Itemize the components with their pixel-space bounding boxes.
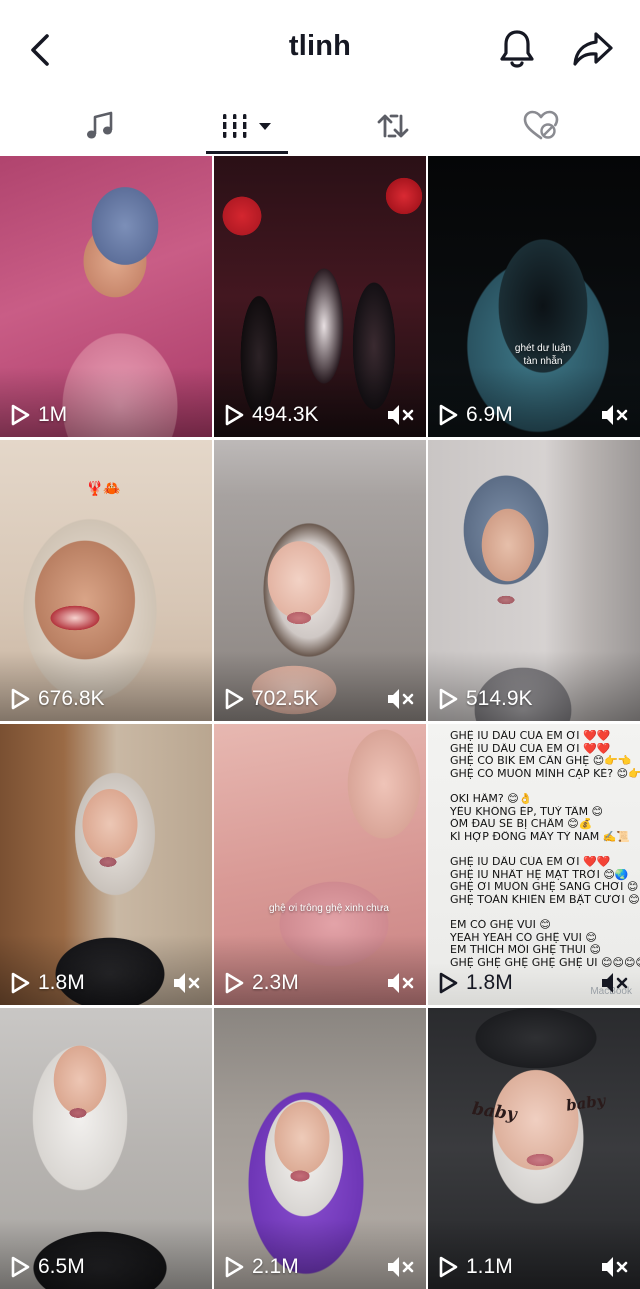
emoji-sticker: 🦞🦀 (86, 480, 121, 496)
note-text-board: GHỆ IU DẤU CỦA EM ƠI ❤️❤️ GHỆ IU DẤU CỦA… (450, 730, 640, 969)
view-count-text: 1.1M (466, 1255, 513, 1278)
profile-header: tlinh (0, 0, 640, 98)
view-count-text: 2.3M (252, 971, 299, 994)
play-icon (225, 404, 244, 426)
play-icon (225, 1256, 244, 1278)
share-button[interactable] (569, 26, 617, 72)
muted-icon (388, 405, 414, 425)
notification-button[interactable] (495, 26, 539, 72)
muted-icon (602, 973, 628, 993)
video-grid: 1M 494.3K ghét dư luận tàn nhẫn 6.9M 🦞🦀 … (0, 156, 640, 1289)
play-icon (439, 404, 458, 426)
play-icon (225, 688, 244, 710)
view-count-text: 6.5M (38, 1255, 85, 1278)
video-thumbnail[interactable]: GHỆ IU DẤU CỦA EM ƠI ❤️❤️ GHỆ IU DẤU CỦA… (428, 724, 640, 1005)
view-count: 1.8M (438, 971, 513, 995)
play-icon (11, 1256, 30, 1278)
view-count-text: 676.8K (38, 687, 105, 710)
view-count: 702.5K (224, 687, 319, 711)
video-thumbnail[interactable]: 1M (0, 156, 212, 437)
tab-music[interactable] (60, 98, 140, 154)
video-thumbnail[interactable]: baby baby 1.1M (428, 1008, 640, 1289)
play-icon (225, 972, 244, 994)
muted-icon (388, 1257, 414, 1277)
video-thumbnail[interactable]: 514.9K (428, 440, 640, 721)
play-icon (11, 972, 30, 994)
muted-icon (602, 1257, 628, 1277)
play-icon (439, 1256, 458, 1278)
view-count-text: 1.8M (38, 971, 85, 994)
view-count: 6.9M (438, 403, 513, 427)
video-thumbnail[interactable]: ghệ ơi trông ghệ xinh chưa 2.3M (214, 724, 426, 1005)
view-count-text: 2.1M (252, 1255, 299, 1278)
muted-icon (388, 689, 414, 709)
tab-liked[interactable] (500, 98, 582, 154)
play-icon (11, 688, 30, 710)
view-count: 2.1M (224, 1255, 299, 1279)
share-arrow-icon (573, 32, 613, 66)
view-count-text: 1.8M (466, 971, 513, 994)
view-count: 2.3M (224, 971, 299, 995)
repost-icon (377, 114, 409, 138)
grid-filter-icon (220, 114, 271, 138)
video-thumbnail[interactable]: 1.8M (0, 724, 212, 1005)
view-count: 514.9K (438, 687, 533, 711)
video-thumbnail[interactable]: ghét dư luận tàn nhẫn 6.9M (428, 156, 640, 437)
play-icon (439, 688, 458, 710)
liked-hidden-icon (523, 110, 559, 140)
view-count: 1M (10, 403, 67, 427)
video-caption: ghệ ơi trông ghệ xinh chưa (269, 903, 389, 914)
view-count-text: 1M (38, 403, 68, 426)
video-thumbnail[interactable]: 2.1M (214, 1008, 426, 1289)
video-thumbnail[interactable]: 494.3K (214, 156, 426, 437)
view-count-text: 494.3K (252, 403, 319, 426)
muted-icon (602, 405, 628, 425)
video-thumbnail[interactable]: 702.5K (214, 440, 426, 721)
view-count-text: 6.9M (466, 403, 513, 426)
view-count: 676.8K (10, 687, 105, 711)
selected-tab-indicator (206, 151, 288, 154)
video-caption: ghét dư luận tàn nhẫn (514, 343, 572, 367)
tab-videos[interactable] (206, 98, 288, 154)
video-thumbnail[interactable]: 🦞🦀 676.8K (0, 440, 212, 721)
video-thumbnail[interactable]: 6.5M (0, 1008, 212, 1289)
view-count: 6.5M (10, 1255, 85, 1279)
view-count: 494.3K (224, 403, 319, 427)
play-icon (11, 404, 30, 426)
tab-reposts[interactable] (352, 98, 434, 154)
view-count-text: 514.9K (466, 687, 533, 710)
muted-icon (388, 973, 414, 993)
bell-icon (500, 30, 534, 68)
play-icon (439, 972, 458, 994)
view-count: 1.8M (10, 971, 85, 995)
muted-icon (174, 973, 200, 993)
profile-tabs (0, 98, 640, 156)
music-note-icon (87, 111, 113, 139)
view-count-text: 702.5K (252, 687, 319, 710)
profile-username-title: tlinh (288, 30, 352, 62)
view-count: 1.1M (438, 1255, 513, 1279)
